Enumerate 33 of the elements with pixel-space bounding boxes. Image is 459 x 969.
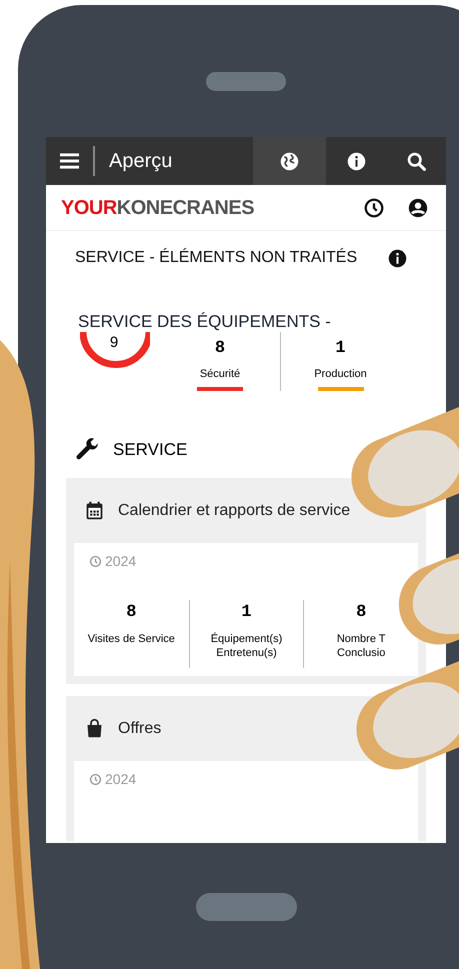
info-icon <box>346 150 366 172</box>
brand-logo: YOURKONECRANES <box>61 196 254 220</box>
history-button[interactable] <box>363 196 385 218</box>
year-label: 2024 <box>105 770 136 789</box>
stat-value: 8 <box>356 602 366 624</box>
stat-value: 8 <box>214 338 226 360</box>
search-icon <box>406 150 426 172</box>
clock-icon <box>89 773 102 786</box>
globe-icon <box>279 150 300 172</box>
stat-value: 1 <box>335 338 346 360</box>
section-heading: SERVICE <box>113 439 188 462</box>
stat-label: Équipement(s) Entretenu(s) <box>210 632 284 660</box>
user-icon <box>407 196 429 218</box>
stat-label: Nombre T Conclusio <box>336 632 387 660</box>
clock-icon <box>363 196 385 218</box>
globe-tab[interactable] <box>253 137 326 185</box>
total-count: 9 <box>110 333 118 353</box>
account-button[interactable] <box>407 196 429 218</box>
stat-label: Visites de Service <box>86 632 176 646</box>
menu-icon[interactable] <box>60 153 79 169</box>
stat-label: Sécurité <box>200 366 240 382</box>
year-label: 2024 <box>105 552 136 571</box>
card-title: Offres <box>118 718 162 738</box>
calendar-icon <box>84 499 105 522</box>
info-icon <box>387 248 408 268</box>
stat-label: Production <box>314 366 367 382</box>
section-title: SERVICE - ÉLÉMENTS NON TRAITÉS <box>75 247 358 268</box>
stat-value: 8 <box>126 602 136 624</box>
clock-icon <box>89 555 102 568</box>
subtitle: SERVICE DES ÉQUIPEMENTS - <box>77 311 332 330</box>
card-title: Calendrier et rapports de service <box>118 500 350 520</box>
stat-value: 1 <box>241 602 252 624</box>
page-title: Aperçu <box>109 149 172 174</box>
